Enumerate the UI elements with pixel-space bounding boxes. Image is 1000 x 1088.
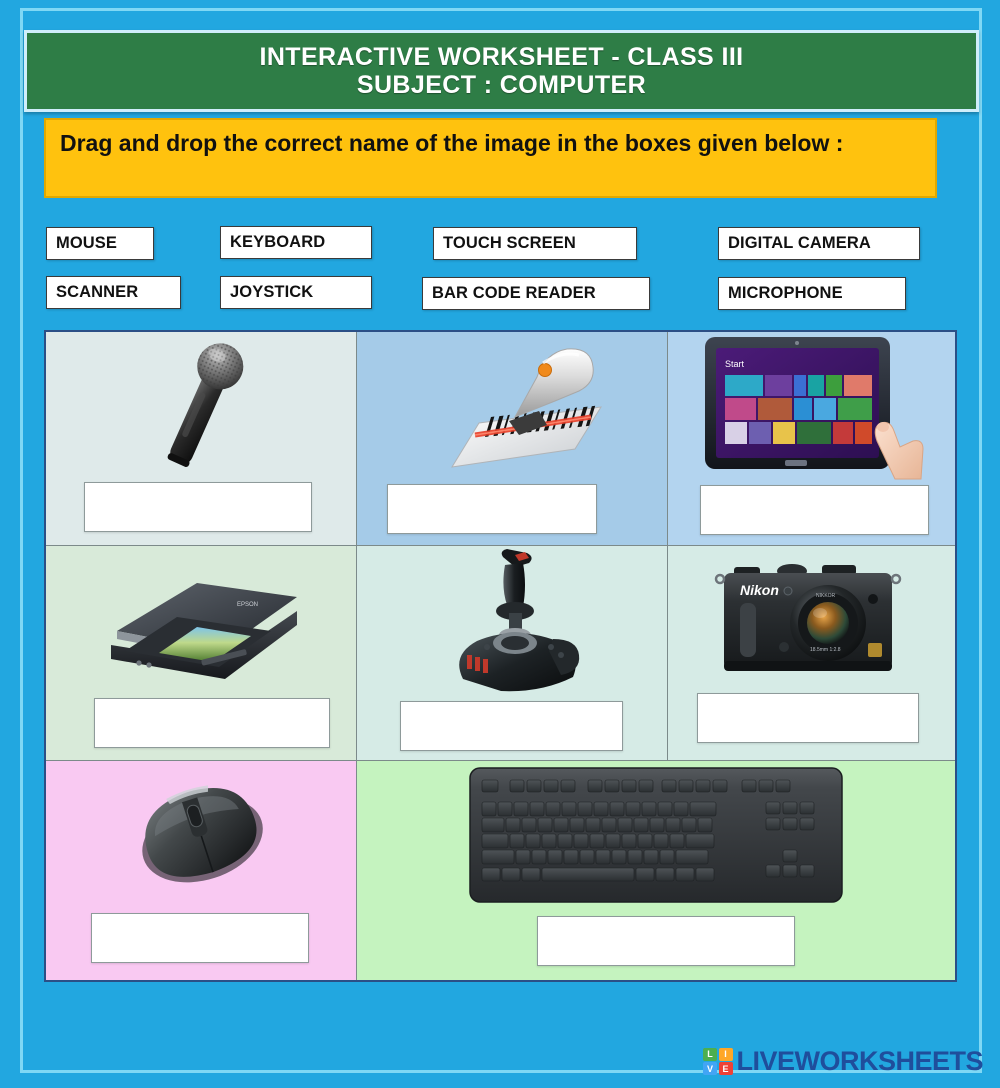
answer-drop-box[interactable] bbox=[91, 913, 309, 963]
microphone-icon bbox=[46, 332, 356, 480]
word-chip-mouse[interactable]: MOUSE bbox=[46, 227, 154, 260]
word-chip-joystick[interactable]: JOYSTICK bbox=[220, 276, 372, 309]
word-chip-scanner[interactable]: SCANNER bbox=[46, 276, 181, 309]
answer-drop-box[interactable] bbox=[387, 484, 597, 534]
svg-text:Start: Start bbox=[725, 359, 745, 369]
keyboard-icon bbox=[357, 761, 955, 909]
svg-text:NIKKOR: NIKKOR bbox=[816, 593, 836, 599]
word-chip-bar-code-reader[interactable]: BAR CODE READER bbox=[422, 277, 650, 310]
svg-text:Nikon: Nikon bbox=[740, 582, 779, 598]
answer-drop-box[interactable] bbox=[700, 485, 929, 535]
logo-tile-v: V bbox=[703, 1062, 717, 1076]
word-chip-keyboard[interactable]: KEYBOARD bbox=[220, 226, 372, 259]
image-cell-mouse bbox=[46, 761, 357, 980]
liveworksheets-logo: L I V E LIVEWORKSHEETS bbox=[703, 1046, 984, 1077]
word-chip-label: DIGITAL CAMERA bbox=[728, 234, 871, 252]
word-chip-label: JOYSTICK bbox=[230, 283, 314, 301]
grid-row: Start bbox=[46, 332, 955, 546]
word-chip-touch-screen[interactable]: TOUCH SCREEN bbox=[433, 227, 637, 260]
flatbed-scanner-icon: EPSON bbox=[46, 546, 356, 694]
title-line-1: INTERACTIVE WORKSHEET - CLASS III bbox=[259, 43, 744, 71]
word-chip-label: MOUSE bbox=[56, 234, 118, 252]
logo-tile-i: I bbox=[718, 1047, 733, 1061]
answer-drop-box[interactable] bbox=[697, 693, 919, 743]
answer-drop-box[interactable] bbox=[537, 916, 795, 966]
title-line-2: SUBJECT : COMPUTER bbox=[356, 71, 647, 99]
logo-wordmark: LIVEWORKSHEETS bbox=[736, 1046, 984, 1076]
touch-screen-tablet-icon: Start bbox=[668, 332, 955, 480]
image-grid: Start EPSON Nikon NIKKOR 18.5mm 1:2.8 bbox=[44, 330, 957, 982]
word-chip-microphone[interactable]: MICROPHONE bbox=[718, 277, 906, 310]
image-cell-joystick bbox=[357, 546, 668, 761]
grid-row bbox=[46, 761, 955, 980]
answer-drop-box[interactable] bbox=[400, 701, 623, 751]
digital-camera-icon: Nikon NIKKOR 18.5mm 1:2.8 bbox=[668, 546, 955, 694]
mouse-icon bbox=[46, 761, 356, 909]
word-chip-label: SCANNER bbox=[56, 283, 139, 301]
image-cell-keyboard bbox=[357, 761, 955, 980]
joystick-icon bbox=[357, 546, 667, 694]
word-chip-label: BAR CODE READER bbox=[432, 284, 596, 302]
answer-drop-box[interactable] bbox=[84, 482, 312, 532]
word-chip-label: MICROPHONE bbox=[728, 284, 843, 302]
image-cell-digital-camera: Nikon NIKKOR 18.5mm 1:2.8 bbox=[668, 546, 955, 761]
logo-tile-e: E bbox=[718, 1062, 733, 1076]
title-banner: INTERACTIVE WORKSHEET - CLASS III SUBJEC… bbox=[24, 30, 979, 112]
grid-row: EPSON Nikon NIKKOR 18.5mm 1:2.8 bbox=[46, 546, 955, 761]
logo-tile-l: L bbox=[703, 1047, 717, 1061]
word-chip-label: KEYBOARD bbox=[230, 233, 326, 251]
word-chip-digital-camera[interactable]: DIGITAL CAMERA bbox=[718, 227, 920, 260]
svg-text:18.5mm 1:2.8: 18.5mm 1:2.8 bbox=[810, 647, 841, 653]
image-cell-barcode-reader bbox=[357, 332, 668, 546]
image-cell-flatbed-scanner: EPSON bbox=[46, 546, 357, 761]
barcode-reader-icon bbox=[357, 332, 667, 480]
word-chip-label: TOUCH SCREEN bbox=[443, 234, 576, 252]
image-cell-microphone bbox=[46, 332, 357, 546]
svg-text:EPSON: EPSON bbox=[237, 602, 258, 608]
image-cell-touch-screen-tablet: Start bbox=[668, 332, 955, 546]
instruction-bar: Drag and drop the correct name of the im… bbox=[44, 118, 937, 198]
logo-tiles-icon: L I V E bbox=[703, 1047, 733, 1076]
answer-drop-box[interactable] bbox=[94, 698, 330, 748]
worksheet-page: INTERACTIVE WORKSHEET - CLASS III SUBJEC… bbox=[0, 0, 1000, 1088]
